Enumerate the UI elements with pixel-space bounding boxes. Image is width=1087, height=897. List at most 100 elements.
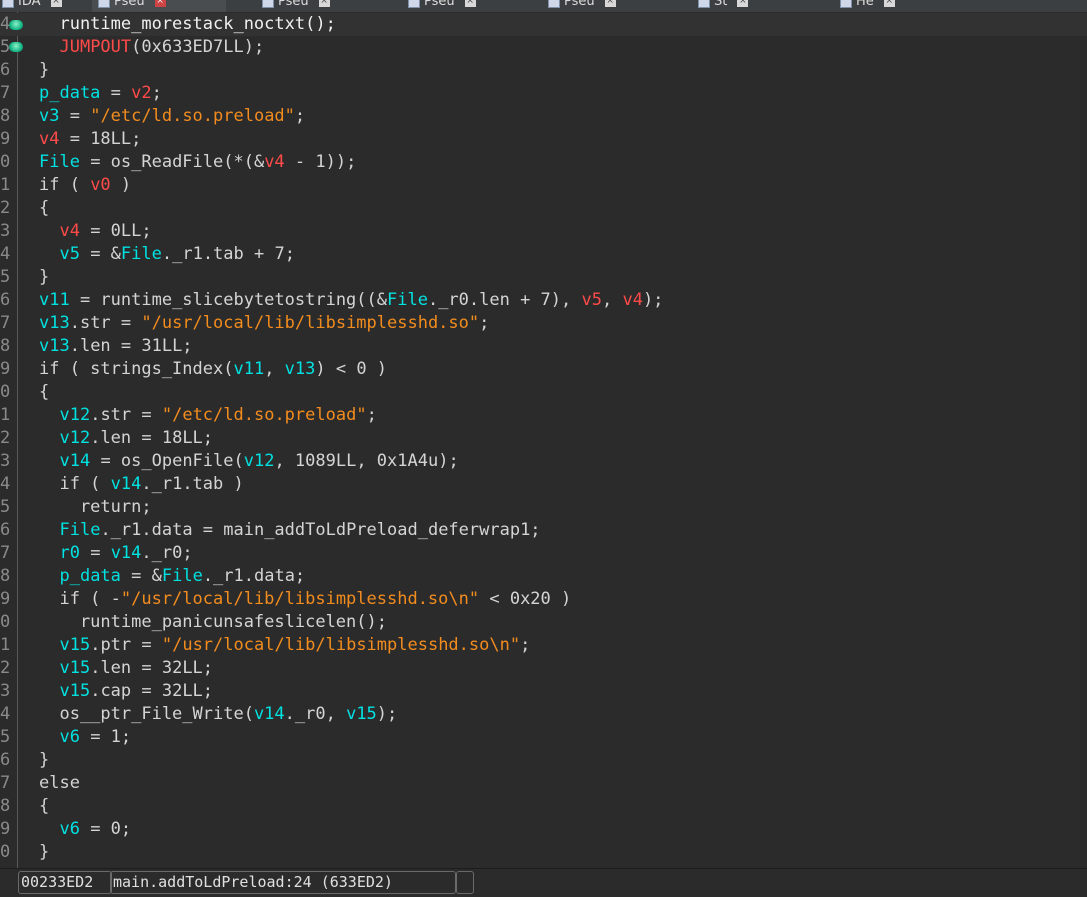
document-icon: [548, 0, 560, 8]
close-tab-icon[interactable]: ×: [318, 0, 330, 7]
code-token[interactable]: v4: [264, 152, 284, 172]
code-line[interactable]: 4 runtime_morestack_noctxt();: [0, 13, 1087, 36]
code-token[interactable]: v4: [59, 221, 79, 241]
code-line[interactable]: 8{: [0, 795, 1087, 818]
code-line[interactable]: 9 if ( -"/usr/local/lib/libsimplesshd.so…: [0, 588, 1087, 611]
code-line[interactable]: 4 os__ptr_File_Write(v14._r0, v15);: [0, 703, 1087, 726]
code-line[interactable]: 8 v13.len = 31LL;: [0, 335, 1087, 358]
code-token[interactable]: v14: [111, 474, 142, 494]
code-line[interactable]: 6}: [0, 59, 1087, 82]
code-token: "/usr/local/lib/libsimplesshd.so\n": [161, 635, 521, 655]
code-token[interactable]: File: [387, 290, 428, 310]
code-line[interactable]: 5 return;: [0, 496, 1087, 519]
code-line[interactable]: 2{: [0, 197, 1087, 220]
code-line[interactable]: 3 v4 = 0LL;: [0, 220, 1087, 243]
tab-3[interactable]: Pseu ×: [408, 0, 476, 12]
code-token[interactable]: v0: [90, 175, 110, 195]
code-token[interactable]: v14: [111, 543, 142, 563]
document-icon: [98, 0, 110, 8]
code-line[interactable]: 8 p_data = &File._r1.data;: [0, 565, 1087, 588]
tab-1[interactable]: Pseu ×: [92, 0, 226, 12]
code-line[interactable]: 2 v15.len = 32LL;: [0, 657, 1087, 680]
code-line[interactable]: 2 v12.len = 18LL;: [0, 427, 1087, 450]
code-token[interactable]: v14: [59, 451, 90, 471]
tab-6[interactable]: He ×: [840, 0, 895, 12]
code-line[interactable]: 4 v5 = &File._r1.tab + 7;: [0, 243, 1087, 266]
code-token[interactable]: v11: [39, 290, 70, 310]
code-text: v13.str = "/usr/local/lib/libsimplesshd.…: [39, 312, 489, 335]
code-token[interactable]: v13: [285, 359, 316, 379]
code-line[interactable]: 7 v13.str = "/usr/local/lib/libsimplesshd…: [0, 312, 1087, 335]
close-tab-icon[interactable]: ×: [50, 0, 62, 7]
code-token[interactable]: p_data: [59, 566, 120, 586]
close-tab-icon[interactable]: ×: [154, 0, 166, 7]
code-line[interactable]: 6 File._r1.data = main_addToLdPreload_de…: [0, 519, 1087, 542]
code-token: < 0x20 ): [479, 589, 572, 609]
code-line[interactable]: 8 v3 = "/etc/ld.so.preload";: [0, 105, 1087, 128]
code-line[interactable]: 4 if ( v14._r1.tab ): [0, 473, 1087, 496]
code-line[interactable]: 5 v6 = 1;: [0, 726, 1087, 749]
code-line[interactable]: 9 v4 = 18LL;: [0, 128, 1087, 151]
code-token[interactable]: v15: [59, 681, 90, 701]
code-line[interactable]: 1 v15.ptr = "/usr/local/lib/libsimplessh…: [0, 634, 1087, 657]
code-token[interactable]: v12: [59, 405, 90, 425]
code-line[interactable]: 7 p_data = v2;: [0, 82, 1087, 105]
code-token[interactable]: r0: [59, 543, 79, 563]
pseudocode-editor[interactable]: 4 runtime_morestack_noctxt(); 5 JUMPOUT(0…: [0, 12, 1087, 868]
code-token: ._r0.len + 7),: [427, 290, 582, 310]
code-token[interactable]: v14: [254, 704, 285, 724]
code-token[interactable]: v3: [39, 106, 59, 126]
close-tab-icon[interactable]: ×: [883, 0, 895, 7]
code-token[interactable]: v11: [233, 359, 264, 379]
code-line[interactable]: 6}: [0, 749, 1087, 772]
code-token[interactable]: v2: [131, 83, 151, 103]
line-number: 8: [0, 106, 11, 126]
gutter-marker-icon[interactable]: [9, 20, 23, 30]
gutter-marker-icon[interactable]: [9, 42, 23, 52]
tab-4[interactable]: Pseu ×: [548, 0, 616, 12]
code-line[interactable]: 7 else: [0, 772, 1087, 795]
code-token[interactable]: v6: [59, 727, 79, 747]
code-token: ;: [479, 313, 490, 333]
tab-2[interactable]: Pseu ×: [262, 0, 330, 12]
code-line[interactable]: 5 JUMPOUT(0x633ED7LL);: [0, 36, 1087, 59]
code-line[interactable]: 1 v12.str = "/etc/ld.so.preload";: [0, 404, 1087, 427]
code-line[interactable]: 6 v11 = runtime_slicebytetostring((&File.…: [0, 289, 1087, 312]
code-line[interactable]: 9 if ( strings_Index(v11, v13) < 0 ): [0, 358, 1087, 381]
code-token[interactable]: v13: [39, 336, 70, 356]
code-token[interactable]: v12: [244, 451, 275, 471]
code-line[interactable]: 0}: [0, 841, 1087, 864]
code-line[interactable]: 0{: [0, 381, 1087, 404]
code-token[interactable]: v15: [59, 635, 90, 655]
code-line[interactable]: 1 if ( v0 ): [0, 174, 1087, 197]
code-token[interactable]: v4: [39, 129, 59, 149]
close-tab-icon[interactable]: ×: [604, 0, 616, 7]
code-token[interactable]: File: [39, 152, 80, 172]
code-token[interactable]: File: [121, 244, 162, 264]
code-token[interactable]: v15: [59, 658, 90, 678]
code-token[interactable]: JUMPOUT: [59, 37, 131, 57]
code-line[interactable]: 7 r0 = v14._r0;: [0, 542, 1087, 565]
code-line[interactable]: 5}: [0, 266, 1087, 289]
code-line[interactable]: 3 v15.cap = 32LL;: [0, 680, 1087, 703]
code-token[interactable]: v5: [59, 244, 79, 264]
code-line[interactable]: 9 v6 = 0;: [0, 818, 1087, 841]
code-token[interactable]: p_data: [39, 83, 100, 103]
code-line[interactable]: 3 v14 = os_OpenFile(v12, 1089LL, 0x1A4u)…: [0, 450, 1087, 473]
code-token[interactable]: v4: [622, 290, 642, 310]
code-line[interactable]: 0 runtime_panicunsafeslicelen();: [0, 611, 1087, 634]
code-token[interactable]: v15: [346, 704, 377, 724]
tab-0[interactable]: IDA ×: [2, 0, 62, 12]
code-line[interactable]: 0 File = os_ReadFile(*(&v4 - 1));: [0, 151, 1087, 174]
code-token[interactable]: File: [59, 520, 100, 540]
code-token[interactable]: File: [162, 566, 203, 586]
tab-5[interactable]: St ×: [698, 0, 749, 12]
close-tab-icon[interactable]: ×: [737, 0, 749, 7]
close-tab-icon[interactable]: ×: [464, 0, 476, 7]
code-token[interactable]: v13: [39, 313, 70, 333]
code-token[interactable]: v12: [59, 428, 90, 448]
code-token[interactable]: v5: [581, 290, 601, 310]
tab-label: Pseu: [564, 0, 595, 9]
code-token[interactable]: v6: [59, 819, 79, 839]
